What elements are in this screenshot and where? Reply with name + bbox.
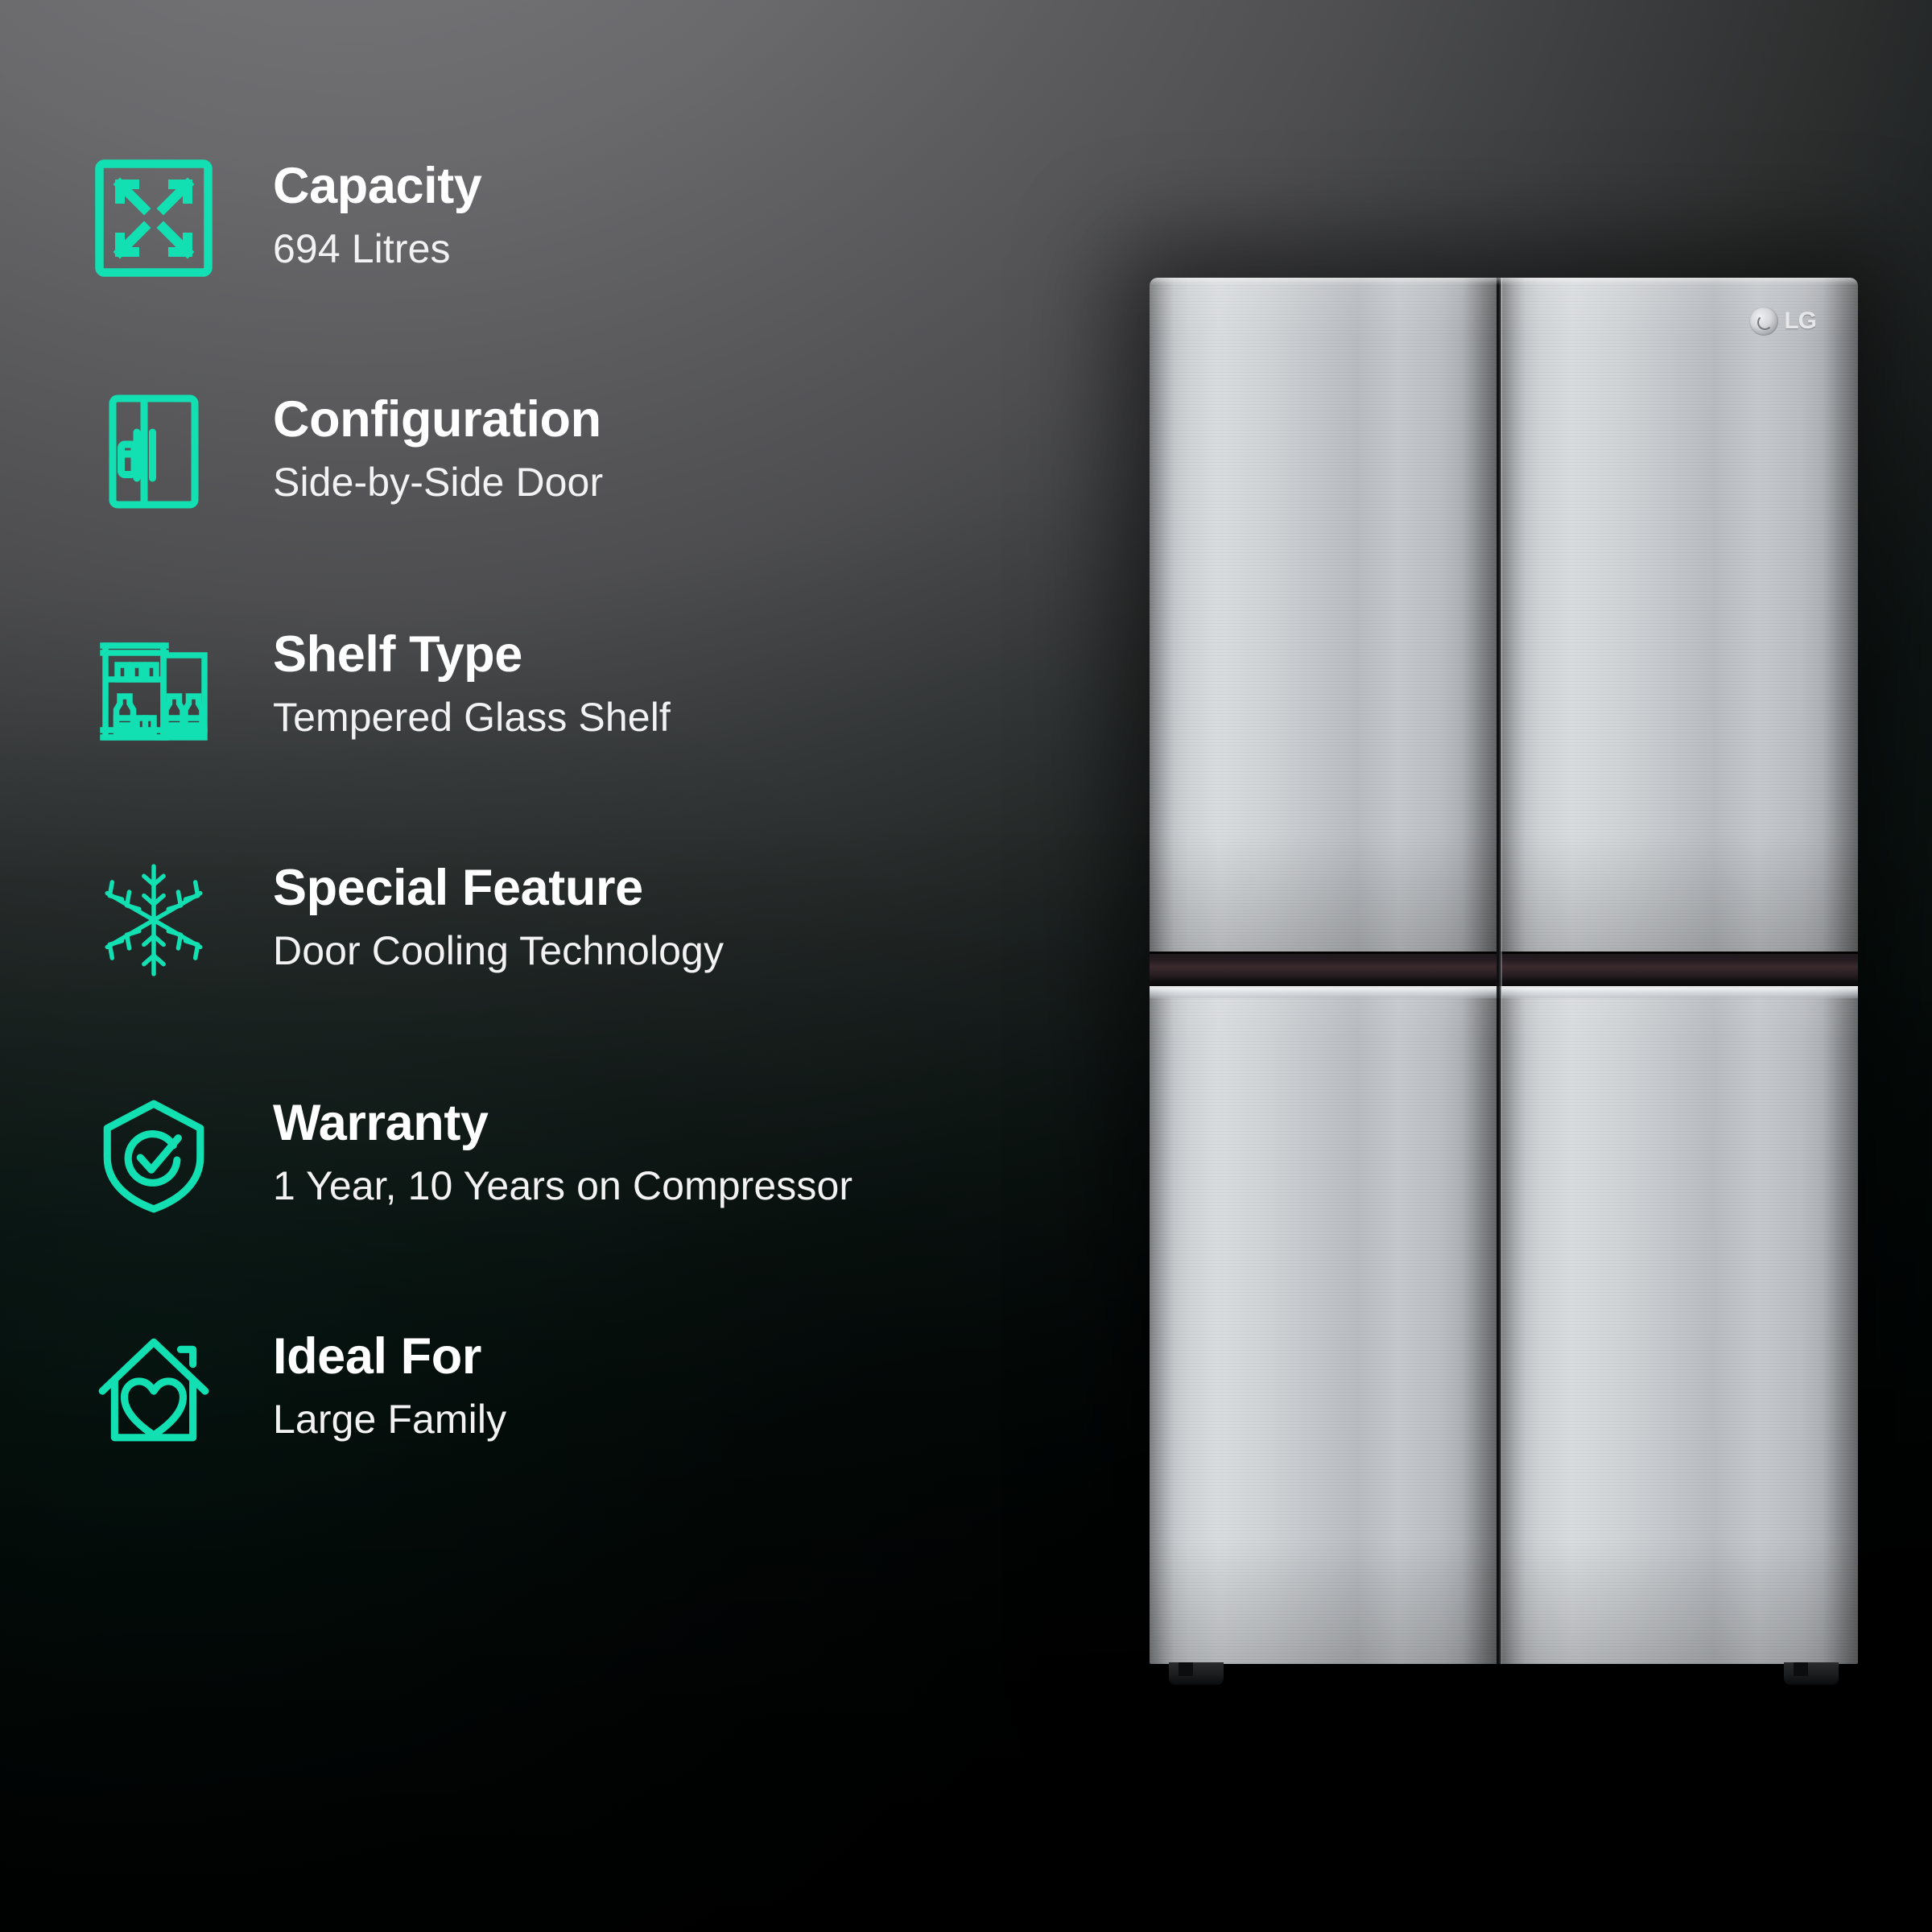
house-heart-icon <box>85 1319 223 1458</box>
spec-title: Capacity <box>273 158 482 214</box>
spec-title: Ideal For <box>273 1328 481 1385</box>
fridge-body: LG <box>1150 278 1858 1664</box>
fridge-door-top-left <box>1150 278 1497 957</box>
expand-arrows-icon <box>85 149 223 287</box>
spec-value: Door Cooling Technology <box>273 927 724 973</box>
specification-list: Capacity 694 Litres Configuration Side-b… <box>85 149 1091 1458</box>
fridge-top-edge-highlight <box>1150 278 1858 286</box>
spec-value: 1 Year, 10 Years on Compressor <box>273 1162 853 1208</box>
side-by-side-fridge-icon <box>85 382 223 521</box>
spec-title: Configuration <box>273 391 601 448</box>
spec-value: 694 Litres <box>273 225 451 271</box>
spec-text-shelf-type: Shelf Type Tempered Glass Shelf <box>223 617 671 738</box>
spec-text-ideal-for: Ideal For Large Family <box>223 1319 506 1440</box>
spec-text-configuration: Configuration Side-by-Side Door <box>223 382 603 503</box>
lg-roundel-icon: LG <box>1749 307 1817 336</box>
fridge-center-seam-highlight <box>1501 278 1503 1664</box>
spec-value: Large Family <box>273 1396 507 1442</box>
product-feature-card: Capacity 694 Litres Configuration Side-b… <box>0 0 1932 1932</box>
spec-title: Warranty <box>273 1095 489 1151</box>
spec-value: Tempered Glass Shelf <box>273 694 671 740</box>
lg-wordmark: LG <box>1784 308 1817 334</box>
spec-text-capacity: Capacity 694 Litres <box>223 149 482 271</box>
spec-row-special-feature: Special Feature Door Cooling Technology <box>85 851 1091 989</box>
fridge-divider-highlight <box>1150 985 1858 998</box>
spec-row-capacity: Capacity 694 Litres <box>85 149 1091 287</box>
spec-text-special-feature: Special Feature Door Cooling Technology <box>223 851 724 972</box>
spec-row-warranty: Warranty 1 Year, 10 Years on Compressor <box>85 1086 1091 1224</box>
fridge-door-bottom-left <box>1150 979 1497 1664</box>
spec-title: Special Feature <box>273 860 643 916</box>
snowflake-icon <box>85 851 223 989</box>
fridge-horizontal-divider <box>1150 951 1858 988</box>
spec-text-warranty: Warranty 1 Year, 10 Years on Compressor <box>223 1086 852 1207</box>
spec-row-ideal-for: Ideal For Large Family <box>85 1319 1091 1458</box>
shelf-bottles-icon <box>85 617 223 756</box>
shield-check-icon <box>85 1086 223 1224</box>
lg-mark-icon <box>1749 307 1779 336</box>
spec-row-configuration: Configuration Side-by-Side Door <box>85 382 1091 521</box>
side-by-side-refrigerator-image: LG <box>1150 278 1858 1685</box>
fridge-door-top-right <box>1501 278 1858 957</box>
fridge-foot-right <box>1784 1662 1839 1685</box>
fridge-foot-left <box>1169 1662 1224 1685</box>
fridge-door-bottom-right <box>1501 979 1858 1664</box>
spec-title: Shelf Type <box>273 626 522 683</box>
spec-row-shelf-type: Shelf Type Tempered Glass Shelf <box>85 617 1091 756</box>
spec-value: Side-by-Side Door <box>273 459 604 505</box>
